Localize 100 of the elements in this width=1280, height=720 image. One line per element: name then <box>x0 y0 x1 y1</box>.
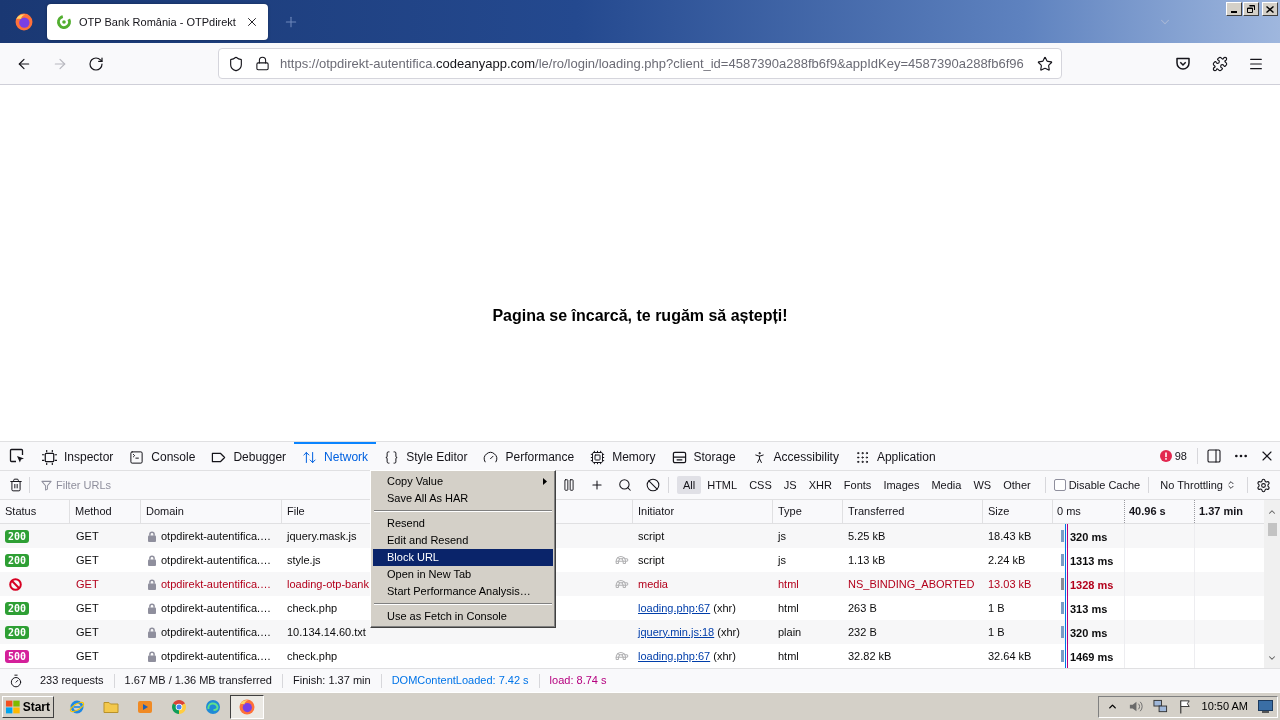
speaker-icon[interactable] <box>1127 699 1143 714</box>
block-icon[interactable] <box>645 478 660 492</box>
menu-item[interactable]: Start Performance Analysis… <box>373 583 553 600</box>
reload-icon[interactable] <box>88 55 104 72</box>
column-header[interactable]: Initiator <box>638 503 675 520</box>
type-filter-button[interactable]: WS <box>967 476 998 494</box>
play-icon <box>137 698 153 715</box>
column-header[interactable]: Transferred <box>848 503 905 520</box>
bookmark-star-icon[interactable] <box>1037 55 1053 72</box>
type-filter-button[interactable]: Other <box>997 476 1037 494</box>
menu-item[interactable]: Block URL <box>373 549 553 566</box>
gauge-icon <box>483 449 499 465</box>
column-header[interactable]: Status <box>5 503 37 520</box>
devtools-tab[interactable]: Console <box>121 442 204 470</box>
stopwatch-icon[interactable] <box>9 673 23 688</box>
devtools-tab[interactable]: Inspector <box>34 442 122 470</box>
scrollbar-thumb[interactable] <box>1267 523 1277 536</box>
browser-tab[interactable]: OTP Bank România - OTPdirekt <box>47 4 268 40</box>
timing-bar <box>1061 650 1064 662</box>
content-type: plain <box>778 625 802 638</box>
initiator-link[interactable]: loading.php:67 <box>638 601 711 614</box>
devtools-tab[interactable]: Accessibility <box>743 442 847 470</box>
start-button[interactable]: Start <box>2 695 54 718</box>
puzzle-icon[interactable] <box>1212 55 1228 72</box>
desktop-icon[interactable] <box>1258 700 1273 713</box>
status-badge: 200 <box>5 529 30 543</box>
close-icon <box>1266 5 1274 13</box>
file-name: check.php <box>287 600 338 616</box>
flag-icon[interactable] <box>1177 699 1192 714</box>
network-icon[interactable] <box>1152 699 1168 714</box>
shield-icon[interactable] <box>228 55 244 72</box>
plus-icon[interactable] <box>589 478 604 492</box>
devtools-tab[interactable]: Debugger <box>203 442 295 470</box>
dock-side-icon[interactable] <box>1206 448 1222 464</box>
close-icon[interactable] <box>245 15 259 29</box>
devtools-tab[interactable]: Style Editor <box>376 442 476 470</box>
search-icon[interactable] <box>617 478 632 492</box>
funnel-icon <box>41 479 52 491</box>
pick-element-icon[interactable] <box>9 448 25 464</box>
pause-icon[interactable] <box>561 478 576 492</box>
disable-cache-label[interactable]: Disable Cache <box>1068 476 1141 494</box>
window-close-button[interactable] <box>1262 2 1278 16</box>
file-name: loading-otp-bank <box>287 576 369 592</box>
domain-name: otpdirekt-autentifica.… <box>161 528 272 544</box>
throttling-dropdown[interactable]: No Throttling <box>1157 476 1239 494</box>
type-filter-button[interactable]: Media <box>925 476 968 494</box>
disable-cache-checkbox[interactable] <box>1053 479 1066 491</box>
menu-item[interactable]: Save All As HAR <box>373 490 553 507</box>
clock-text[interactable]: 10:50 AM <box>1201 698 1248 715</box>
error-count-button[interactable]: 98 <box>1159 447 1187 465</box>
scroll-down-icon[interactable] <box>1267 653 1277 663</box>
minimize-icon <box>1231 11 1237 13</box>
type-filter-button[interactable]: All <box>676 476 702 494</box>
type-filter-button[interactable]: Fonts <box>837 476 878 494</box>
type-filter-button[interactable]: Images <box>877 476 926 494</box>
grid-dots-icon <box>854 449 870 465</box>
summary-text: load: 8.74 s <box>549 673 607 689</box>
trash-icon[interactable] <box>9 478 23 492</box>
request-method: GET <box>76 529 99 542</box>
browser-logo-icon[interactable] <box>14 12 33 31</box>
chevron-shield-icon[interactable] <box>1175 55 1191 72</box>
lock-icon[interactable] <box>255 56 270 71</box>
minimize-button[interactable] <box>1226 2 1242 16</box>
devtools-tab[interactable]: Memory <box>582 442 664 470</box>
scroll-up-icon[interactable] <box>1267 507 1277 517</box>
column-header[interactable]: File <box>287 503 305 520</box>
column-header[interactable]: Method <box>75 503 112 520</box>
devtools-tab[interactable]: Application <box>846 442 944 470</box>
type-filter-button[interactable]: HTML <box>701 476 744 494</box>
chevron-up-icon[interactable] <box>1106 701 1118 712</box>
lock-icon <box>147 578 157 590</box>
taskbar-button[interactable] <box>230 694 264 719</box>
timing-bar <box>1061 626 1064 638</box>
restore-button[interactable] <box>1243 2 1259 16</box>
column-header[interactable]: Type <box>778 503 802 520</box>
timing-bar <box>1061 554 1064 566</box>
menu-item[interactable]: Resend <box>373 515 553 532</box>
request-method: GET <box>76 625 99 638</box>
domain-name: otpdirekt-autentifica.… <box>161 600 272 616</box>
menu-item[interactable]: Edit and Resend <box>373 532 553 549</box>
column-header[interactable]: Size <box>988 503 1010 520</box>
domain-name: otpdirekt-autentifica.… <box>161 552 272 568</box>
devtools-tab[interactable]: Storage <box>663 442 744 470</box>
column-header[interactable]: Domain <box>146 503 184 520</box>
domain-name: otpdirekt-autentifica.… <box>161 576 272 592</box>
status-badge: 200 <box>5 601 30 615</box>
resource-size: 2.24 kB <box>988 553 1026 566</box>
menu-item[interactable]: Open in New Tab <box>373 566 553 583</box>
initiator-link[interactable]: jquery.min.js:18 <box>638 625 715 638</box>
lock-icon <box>147 602 157 614</box>
scrollbar[interactable] <box>1264 500 1280 668</box>
menu-item[interactable]: Use as Fetch in Console <box>373 608 553 625</box>
filter-field[interactable]: Filter URLs <box>56 474 361 496</box>
type-filter-button[interactable]: JS <box>777 476 803 494</box>
type-filter-button[interactable]: CSS <box>743 476 778 494</box>
menu-item[interactable]: Copy Value <box>373 473 553 490</box>
initiator-link[interactable]: loading.php:67 <box>638 649 711 662</box>
settings-icon[interactable] <box>1256 477 1271 493</box>
devtools-tab[interactable]: Performance <box>475 442 583 470</box>
type-filter-button[interactable]: XHR <box>802 476 838 494</box>
